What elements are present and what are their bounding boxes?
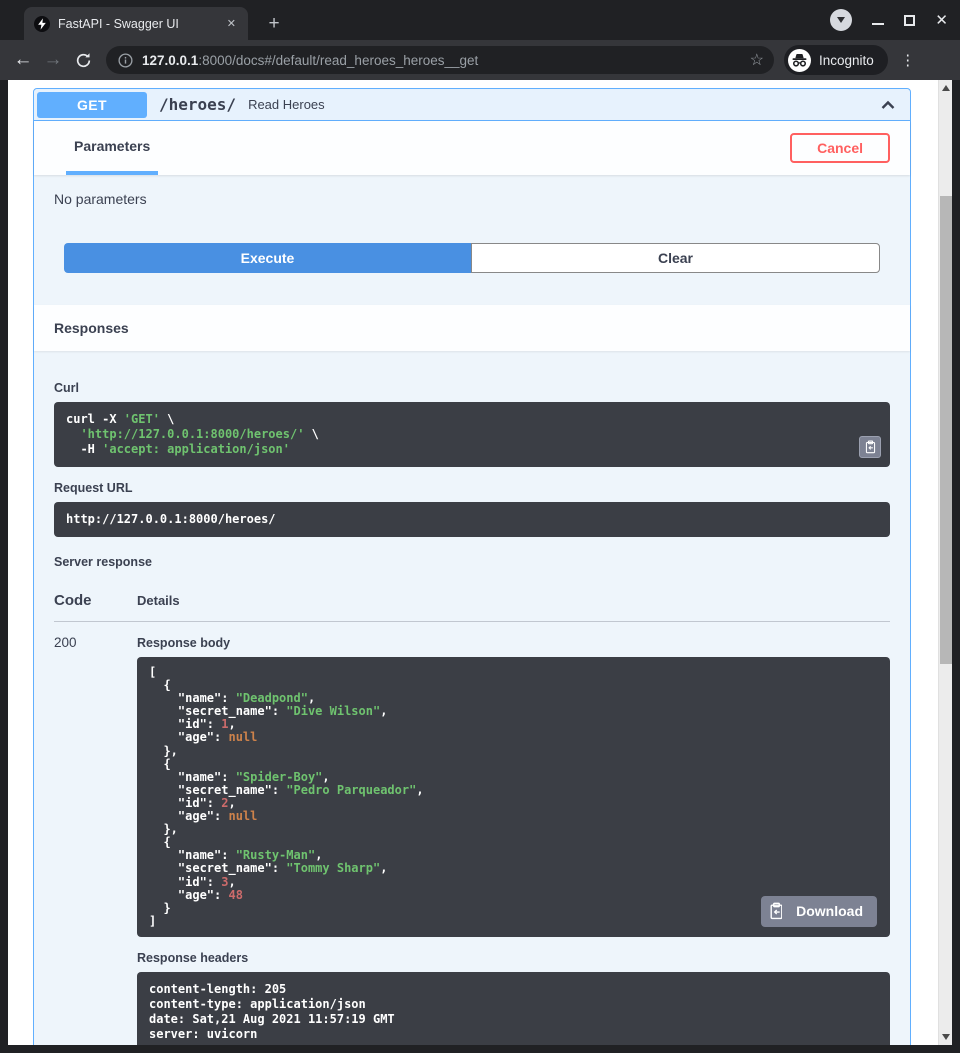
endpoint-summary: Read Heroes [248,97,325,112]
incognito-icon [788,49,811,72]
back-button[interactable]: ← [8,49,38,71]
tab-parameters[interactable]: Parameters [66,121,158,175]
reload-button[interactable] [68,52,98,69]
responses-header: Responses [34,305,910,351]
reload-icon [75,52,92,69]
tab-title: FastAPI - Swagger UI [58,17,223,31]
scroll-down-arrow-icon[interactable] [942,1034,950,1040]
browser-tab[interactable]: FastAPI - Swagger UI ✕ [24,7,248,40]
request-url-value: http://127.0.0.1:8000/heroes/ [66,512,276,526]
chevron-down-icon [837,17,845,23]
endpoint-path: /heroes/ [159,95,236,114]
header-line: date: Sat,21 Aug 2021 11:57:19 GMT [149,1012,395,1026]
clipboard-icon [864,440,877,454]
opblock-summary[interactable]: GET /heroes/ Read Heroes [34,89,910,121]
copy-curl-button[interactable] [859,436,881,458]
cancel-button[interactable]: Cancel [790,133,890,163]
scrollbar-thumb[interactable] [940,196,952,664]
header-line: content-type: application/json [149,997,366,1011]
parameters-tab-label: Parameters [74,138,150,154]
header-line: server: uvicorn [149,1027,257,1041]
new-tab-button[interactable]: + [262,12,286,36]
request-url-code: http://127.0.0.1:8000/heroes/ [54,502,890,537]
response-headers-code: content-length: 205 content-type: applic… [137,972,890,1045]
server-response-label: Server response [54,555,890,569]
url-text[interactable]: 127.0.0.1:8000/docs#/default/read_heroes… [142,53,750,68]
page-scrollbar[interactable] [938,80,952,1045]
browser-titlebar: FastAPI - Swagger UI ✕ + ✕ [0,0,960,40]
execute-button[interactable]: Execute [64,243,471,273]
fastapi-favicon-icon [34,16,50,32]
close-window-button[interactable]: ✕ [935,13,948,28]
incognito-badge: Incognito [784,45,888,75]
address-bar[interactable]: 127.0.0.1:8000/docs#/default/read_heroes… [106,46,774,74]
collapse-button[interactable] [878,95,898,115]
browser-toolbar: ← → 127.0.0.1:8000/docs#/default/read_he… [0,40,960,80]
window-menu-button[interactable] [830,9,852,31]
header-line: content-length: 205 [149,982,286,996]
window-frame-bottom [0,1045,960,1053]
url-path: :8000/docs#/default/read_heroes_heroes__… [198,53,478,68]
maximize-button[interactable] [904,15,915,26]
curl-label: Curl [54,381,890,395]
status-code: 200 [54,635,137,1045]
parameters-body: No parameters [34,175,910,243]
response-body-label: Response body [137,636,890,650]
tab-close-icon[interactable]: ✕ [223,15,240,32]
parameters-header: Parameters Cancel [34,121,910,175]
bookmark-star-icon[interactable]: ☆ [750,50,764,70]
clear-button[interactable]: Clear [471,243,880,273]
method-badge: GET [37,92,147,118]
request-url-label: Request URL [54,481,890,495]
response-table-header: Code Details [54,576,890,622]
incognito-label: Incognito [819,53,874,68]
opblock-get-heroes: GET /heroes/ Read Heroes Parameters Canc… [33,88,911,1045]
responses-inner: Curl curl -X 'GET' \ 'http://127.0.0.1:8… [34,351,910,1045]
download-button[interactable]: Download [782,896,877,927]
forward-button[interactable]: → [38,49,68,71]
minimize-button[interactable] [872,23,884,25]
page-content: GET /heroes/ Read Heroes Parameters Canc… [8,80,938,1045]
browser-menu-button[interactable]: ⋮ [898,51,918,69]
no-parameters-text: No parameters [54,191,147,207]
response-body-code: [ { "name": "Deadpond", "secret_name": "… [137,657,890,937]
responses-title: Responses [54,320,129,336]
curl-command-code: curl -X 'GET' \ 'http://127.0.0.1:8000/h… [54,402,890,467]
scroll-up-arrow-icon[interactable] [942,85,950,91]
execute-row: Execute Clear [34,243,910,305]
response-row: 200 Response body [ { "name": "Deadpond"… [54,622,890,1045]
code-column-header: Code [54,592,137,609]
details-column-header: Details [137,593,180,608]
url-host: 127.0.0.1 [142,53,198,68]
info-icon[interactable] [118,53,133,68]
response-headers-label: Response headers [137,951,890,965]
chevron-up-icon [878,95,898,115]
